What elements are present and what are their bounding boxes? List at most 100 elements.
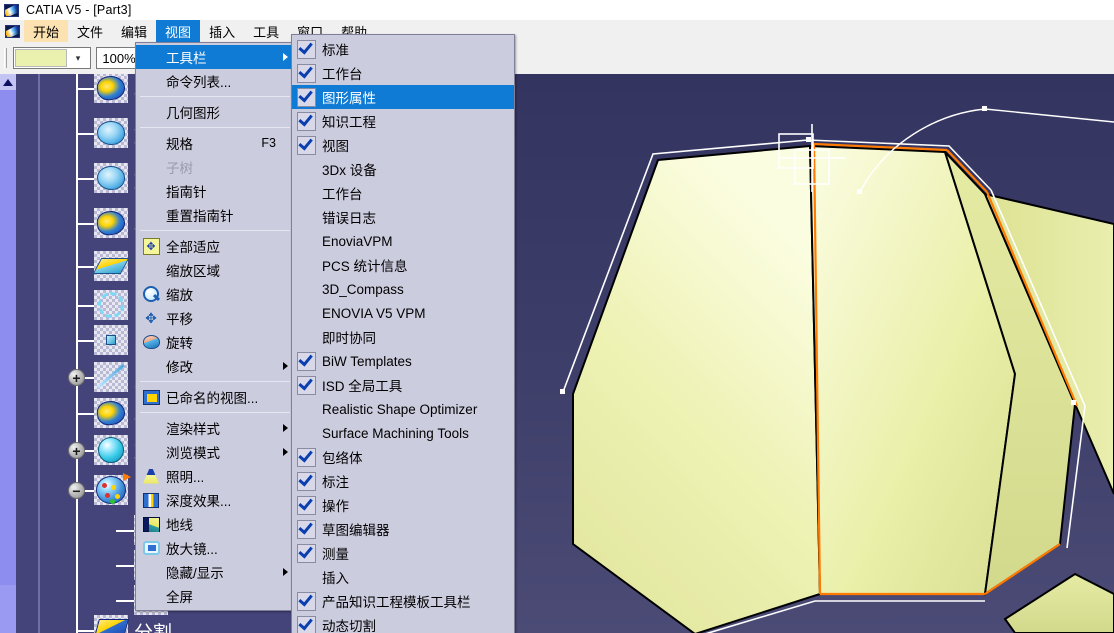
toolbar-submenu-item-14[interactable]: ISD 全局工具	[292, 373, 514, 397]
toolbar-submenu-item-15[interactable]: Realistic Shape Optimizer	[292, 397, 514, 421]
toolbar-submenu-item-12[interactable]: 即时协同	[292, 325, 514, 349]
toolbar-submenu-item-18[interactable]: 标注	[292, 469, 514, 493]
menu-icon-slot	[141, 260, 161, 280]
toolbar-submenu-item-9[interactable]: PCS 统计信息	[292, 253, 514, 277]
toolbar-submenu-item-16[interactable]: Surface Machining Tools	[292, 421, 514, 445]
toolbar-submenu-popup[interactable]: 标准 工作台 图形属性 知识工程 视图 3Dx 设备 工作台 错误日志 EnoviaVPM PCS…	[291, 34, 515, 633]
tree-expand-button[interactable]: +	[68, 442, 85, 459]
menu-item-label: 规格	[166, 137, 193, 152]
icon-glyph	[96, 165, 126, 191]
toolbar-submenu-item-13[interactable]: BiW Templates	[292, 349, 514, 373]
toolbar-submenu-item-17[interactable]: 包络体	[292, 445, 514, 469]
view-menu-item-7[interactable]: 指南针	[136, 179, 294, 203]
check-mark-icon	[298, 39, 313, 55]
tree-expand-button[interactable]: +	[68, 369, 85, 386]
menubar-item-2[interactable]: 编辑	[112, 20, 156, 42]
vertex-marker-b	[560, 389, 565, 394]
rotate-icon	[141, 332, 161, 352]
menubar-app-icon-cell	[0, 20, 24, 42]
view-menu-item-12[interactable]: 缩放	[136, 282, 294, 306]
toolbar-submenu-item-0[interactable]: 标准	[292, 37, 514, 61]
view-menu-item-23[interactable]: 地线	[136, 512, 294, 536]
tree-connector	[76, 88, 94, 90]
toolbar-submenu-item-24[interactable]: 动态切割	[292, 613, 514, 633]
checkbox-checked-icon	[297, 63, 316, 83]
toolbar-submenu-item-11[interactable]: ENOVIA V5 VPM	[292, 301, 514, 325]
menu-icon-slot	[141, 586, 161, 606]
circle-icon	[94, 290, 128, 320]
view-menu-item-26[interactable]: 全屏	[136, 584, 294, 608]
toolbar-submenu-item-23[interactable]: 产品知识工程模板工具栏	[292, 589, 514, 613]
tree-connector	[76, 223, 94, 225]
checkbox-checked-icon	[297, 39, 316, 59]
menu-item-label: 3Dx 设备	[322, 163, 377, 178]
vertex-marker-a	[806, 137, 811, 142]
menu-item-label: 指南针	[166, 185, 207, 200]
toolbar-submenu-item-4[interactable]: 视图	[292, 133, 514, 157]
toolbar-grip[interactable]	[4, 48, 7, 68]
view-menu-item-14[interactable]: 旋转	[136, 330, 294, 354]
view-menu-item-25[interactable]: 隐藏/显示	[136, 560, 294, 584]
view-menu-item-8[interactable]: 重置指南针	[136, 203, 294, 227]
checkbox-checked-icon	[297, 135, 316, 155]
view-menu-item-19[interactable]: 渲染样式	[136, 416, 294, 440]
icon-shape	[92, 258, 130, 274]
toolbar-submenu-item-10[interactable]: 3D_Compass	[292, 277, 514, 301]
checkbox-slot	[297, 232, 316, 251]
view-menu-item-13[interactable]: ✥ 平移	[136, 306, 294, 330]
color-combobox[interactable]: ▾	[13, 47, 91, 69]
checkbox-slot	[297, 280, 316, 299]
view-menu-item-3[interactable]: 几何图形	[136, 100, 294, 124]
toolbar-submenu-item-22[interactable]: 插入	[292, 565, 514, 589]
scroll-up-button[interactable]	[0, 74, 16, 90]
toolbar-submenu-item-2[interactable]: 图形属性	[292, 85, 514, 109]
menubar-item-5[interactable]: 工具	[244, 20, 288, 42]
menubar-item-3[interactable]: 视图	[156, 20, 201, 42]
toolbar-submenu-item-21[interactable]: 测量	[292, 541, 514, 565]
tree-collapse-button[interactable]: −	[68, 482, 85, 499]
toolbar-submenu-item-7[interactable]: 错误日志	[292, 205, 514, 229]
view-menu-item-17[interactable]: 已命名的视图...	[136, 385, 294, 409]
view-menu-item-5[interactable]: 规格 F3	[136, 131, 294, 155]
check-mark-icon	[298, 471, 313, 487]
toolbar-submenu-item-19[interactable]: 操作	[292, 493, 514, 517]
view-menu-item-10[interactable]: ✥ 全部适应	[136, 234, 294, 258]
menu-item-label: EnoviaVPM	[322, 233, 393, 249]
view-menu-item-11[interactable]: 缩放区域	[136, 258, 294, 282]
toolbar-submenu-item-3[interactable]: 知识工程	[292, 109, 514, 133]
submenu-arrow-icon	[283, 448, 288, 456]
menu-icon-slot	[141, 47, 161, 67]
menu-item-label: 旋转	[166, 336, 193, 351]
left-scroll-gutter[interactable]	[0, 74, 16, 633]
toolbar-submenu-item-6[interactable]: 工作台	[292, 181, 514, 205]
checkbox-slot	[297, 160, 316, 179]
chevron-down-icon[interactable]: ▾	[67, 53, 89, 64]
menu-item-label: 全部适应	[166, 240, 220, 255]
toolbar-submenu-item-20[interactable]: 草图编辑器	[292, 517, 514, 541]
ground-icon	[141, 514, 161, 534]
checkbox-checked-icon	[297, 447, 316, 467]
view-menu-item-0[interactable]: 工具栏	[136, 45, 294, 69]
toolbar-submenu-item-8[interactable]: EnoviaVPM	[292, 229, 514, 253]
window-title-bar: CATIA V5 - [Part3]	[0, 0, 1114, 20]
view-menu-popup[interactable]: 工具栏 命令列表... 几何图形 规格 F3 子树 指南针 重置指南针 ✥ 全部适应 缩放区域 缩放 ✥…	[135, 42, 295, 611]
view-menu-item-15[interactable]: 修改	[136, 354, 294, 378]
toolbar-submenu-item-5[interactable]: 3Dx 设备	[292, 157, 514, 181]
magnify-glass-icon	[141, 538, 161, 558]
scroll-thumb[interactable]	[0, 585, 16, 633]
menubar-item-4[interactable]: 插入	[200, 20, 244, 42]
icon-shape	[95, 74, 127, 102]
toolbar-submenu-item-1[interactable]: 工作台	[292, 61, 514, 85]
view-menu-item-1[interactable]: 命令列表...	[136, 69, 294, 93]
menubar-item-0[interactable]: 开始	[24, 20, 69, 42]
view-menu-item-24[interactable]: 放大镜...	[136, 536, 294, 560]
view-menu-item-21[interactable]: 照明...	[136, 464, 294, 488]
line-icon	[94, 362, 128, 392]
icon-glyph	[95, 399, 127, 427]
menu-item-shortcut: F3	[261, 136, 276, 150]
menubar-item-1[interactable]: 文件	[68, 20, 112, 42]
3d-viewport[interactable]	[515, 74, 1114, 633]
icon-glyph	[96, 473, 131, 504]
view-menu-item-20[interactable]: 浏览模式	[136, 440, 294, 464]
view-menu-item-22[interactable]: 深度效果...	[136, 488, 294, 512]
